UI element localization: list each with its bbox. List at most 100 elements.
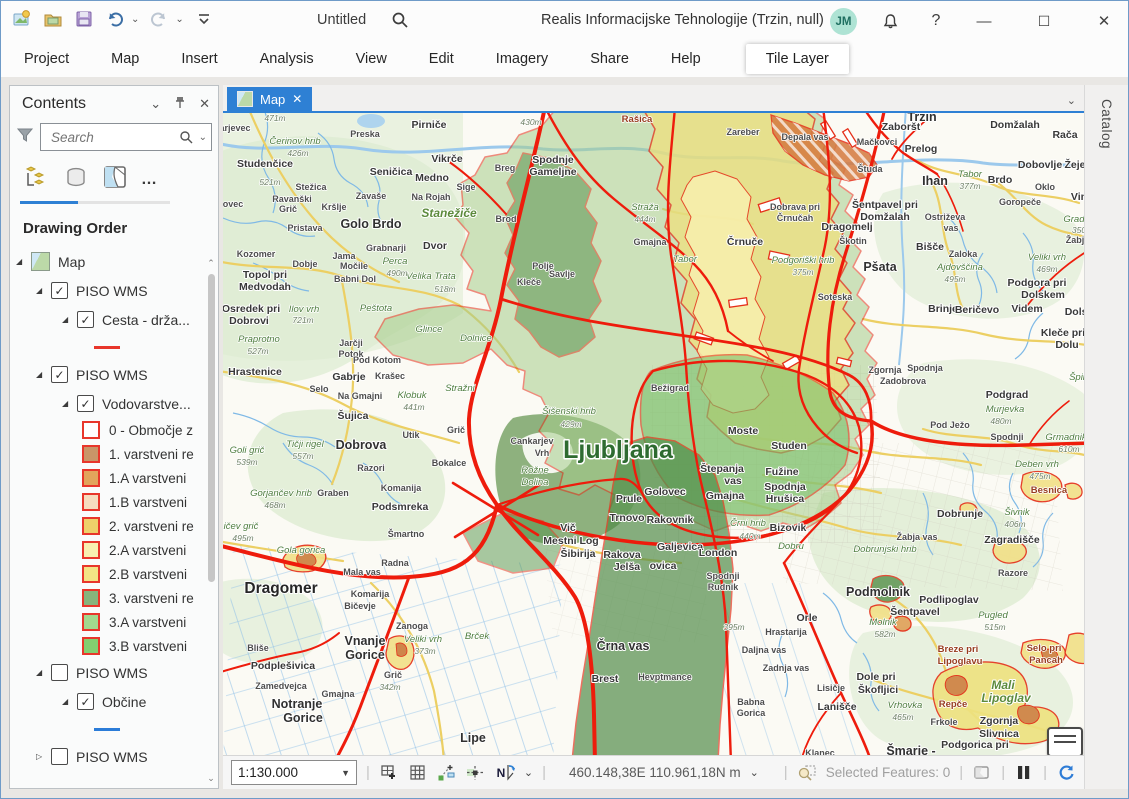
tab-data-sources[interactable] [63,165,89,194]
expander-closed-icon[interactable]: ▷ [36,752,51,761]
legend-row[interactable]: 3.B varstveni [10,634,218,658]
scrollbar-thumb[interactable] [208,274,215,582]
pause-drawing-icon[interactable] [1014,763,1034,783]
ribbon-tab-share[interactable]: Share [569,41,650,77]
select-features-icon[interactable] [797,763,817,783]
customize-toolbar-chevron[interactable] [193,8,215,30]
layer-row[interactable]: ◢Map [10,247,218,276]
layer-label: 3.A varstveni [109,615,186,630]
snapping-icon[interactable] [466,763,486,783]
user-avatar[interactable]: JM [830,8,857,35]
tab-selection[interactable] [102,165,128,194]
layer-row[interactable]: ◢✓Cesta - drža... [10,305,218,334]
grid-icon[interactable] [408,763,428,783]
layer-checkbox[interactable]: ✓ [77,395,94,412]
contents-scrollbar[interactable]: ⌃ ⌄ [205,258,217,784]
map-extent-icon[interactable] [972,763,992,783]
search-options-chevron[interactable]: ⌄ [199,132,207,143]
scale-select[interactable]: 1:130.000 ▼ [231,760,357,785]
map-viewport[interactable]: 471m430mPirničearjevecČerinov hrib426mPr… [223,111,1084,755]
legend-row[interactable]: 2. varstveni re [10,514,218,538]
expander-open-icon[interactable]: ◢ [16,257,31,266]
map-view-tab[interactable]: Map ✕ [227,87,312,111]
coordinates-chevron[interactable]: ⌄ [750,766,759,779]
expander-open-icon[interactable]: ◢ [62,399,77,408]
redo-dropdown-chevron[interactable]: ⌄ [175,14,183,25]
undo-button[interactable] [104,8,126,30]
ribbon-tab-tile-layer[interactable]: Tile Layer [746,44,849,74]
north-arrow-icon[interactable]: N [495,763,515,783]
layer-checkbox[interactable]: ✓ [51,366,68,383]
new-project-icon[interactable] [11,8,33,30]
panel-close-icon[interactable]: ✕ [199,96,210,112]
expander-open-icon[interactable]: ◢ [62,315,77,324]
legend-swatch [82,517,100,535]
catalog-panel-tab[interactable]: Catalog [1084,85,1128,789]
help-button[interactable]: ? [919,9,953,33]
expander-open-icon[interactable]: ◢ [36,668,51,677]
ribbon-tab-imagery[interactable]: Imagery [475,41,569,77]
open-project-icon[interactable] [42,8,64,30]
layer-row[interactable]: ◢✓Občine [10,687,218,716]
add-view-icon[interactable] [379,763,399,783]
layer-checkbox[interactable]: ✓ [77,693,94,710]
symbol-row[interactable] [10,334,218,360]
save-project-icon[interactable] [73,8,95,30]
notifications-bell-icon[interactable] [873,9,907,33]
edit-vertices-icon[interactable] [437,763,457,783]
redo-button[interactable] [148,8,170,30]
layer-row[interactable]: ◢✓PISO WMS [10,276,218,305]
layer-row[interactable]: ▷PISO WMS [10,742,218,771]
close-button[interactable]: ✕ [1087,9,1121,33]
ribbon-tab-help[interactable]: Help [650,41,722,77]
search-icon[interactable] [391,11,409,34]
layer-row[interactable]: ◢✓PISO WMS [10,360,218,389]
scroll-down-chevron[interactable]: ⌄ [205,773,217,784]
ribbon-tab-insert[interactable]: Insert [160,41,238,77]
legend-row[interactable]: 3.A varstveni [10,610,218,634]
legend-row[interactable]: 2.A varstveni [10,538,218,562]
panel-menu-chevron-icon[interactable]: ⌄ [150,96,161,112]
tab-drawing-order[interactable] [24,165,50,194]
layer-checkbox[interactable] [51,748,68,765]
pin-icon[interactable] [174,96,186,112]
ribbon-tab-map[interactable]: Map [90,41,160,77]
legend-row[interactable]: 2.B varstveni [10,562,218,586]
scroll-up-chevron[interactable]: ⌃ [205,258,217,269]
scale-dropdown-chevron[interactable]: ▼ [341,768,350,778]
contents-search-input[interactable] [49,129,179,146]
ribbon-tab-edit[interactable]: Edit [408,41,475,77]
notification-popup-icon[interactable] [1047,727,1083,755]
tools-chevron[interactable]: ⌄ [524,766,533,779]
symbol-row[interactable] [10,716,218,742]
svg-text:Zadnja vas: Zadnja vas [763,663,810,673]
legend-row[interactable]: 1. varstveni re [10,442,218,466]
layer-row[interactable]: ◢✓Vodovarstve... [10,389,218,418]
layer-checkbox[interactable]: ✓ [77,311,94,328]
ribbon-tab-view[interactable]: View [335,41,408,77]
layer-row[interactable]: ◢PISO WMS [10,658,218,687]
maximize-button[interactable]: ☐ [1027,9,1061,33]
legend-row[interactable]: 1.B varstveni [10,490,218,514]
svg-text:721m: 721m [292,315,313,325]
tab-more-options[interactable]: … [141,171,158,189]
minimize-button[interactable]: — [967,9,1001,33]
ribbon-tab-analysis[interactable]: Analysis [239,41,335,77]
filter-icon[interactable] [16,126,34,149]
contents-search-box[interactable]: ⌄ [40,123,212,151]
legend-row[interactable]: 3. varstveni re [10,586,218,610]
expander-open-icon[interactable]: ◢ [36,370,51,379]
undo-dropdown-chevron[interactable]: ⌄ [131,14,139,25]
expander-open-icon[interactable]: ◢ [36,286,51,295]
layer-checkbox[interactable]: ✓ [51,282,68,299]
refresh-icon[interactable] [1056,763,1076,783]
workspace: Contents ⌄ ✕ ⌄ [1,85,1128,789]
expander-open-icon[interactable]: ◢ [62,697,77,706]
ribbon-tab-project[interactable]: Project [3,41,90,77]
coordinates-readout[interactable]: 460.148,38E 110.961,18N m [569,765,741,780]
layer-checkbox[interactable] [51,664,68,681]
legend-row[interactable]: 1.A varstveni [10,466,218,490]
tab-close-icon[interactable]: ✕ [292,92,302,106]
tab-list-chevron[interactable]: ⌄ [1067,94,1076,107]
legend-row[interactable]: 0 - Območje z [10,418,218,442]
